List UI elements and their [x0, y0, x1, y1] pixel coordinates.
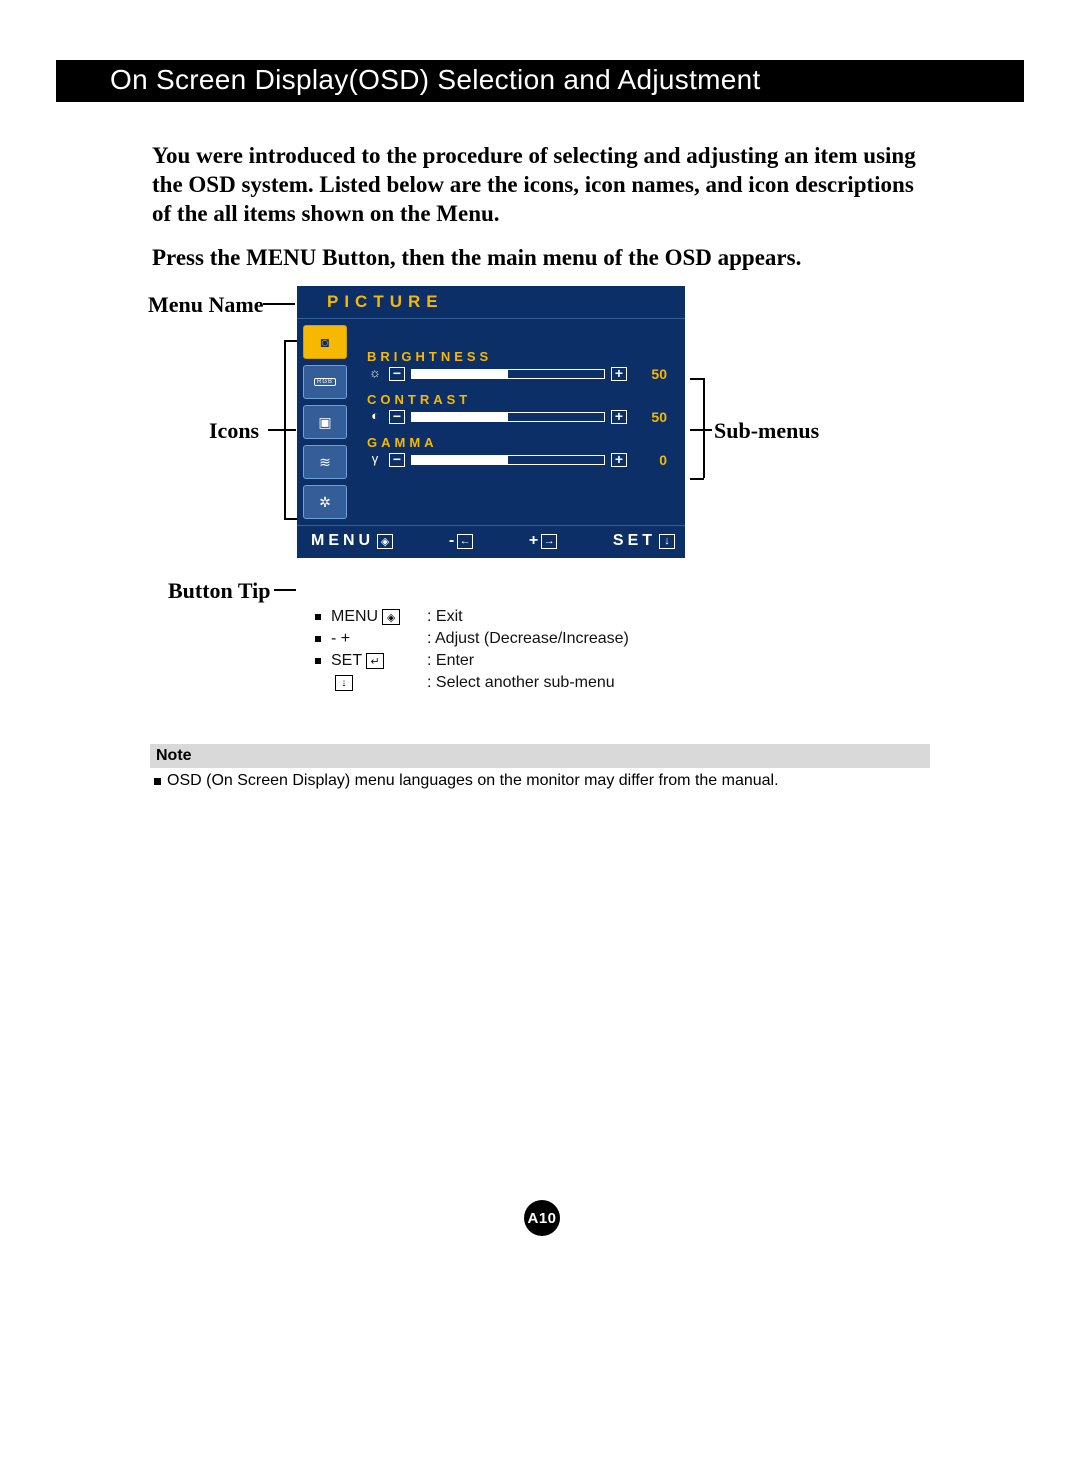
minus-button[interactable]: - ←: [449, 532, 473, 550]
color-icon[interactable]: RGB: [303, 365, 347, 399]
leader-line: [690, 429, 712, 431]
tip-lead: MENU: [331, 608, 378, 626]
tip-desc: : Select another sub-menu: [427, 674, 685, 692]
osd-footer: MENU ◈ - ← + → SET ↓: [297, 526, 685, 558]
brightness-label: BRIGHTNESS: [367, 349, 667, 364]
decrease-button[interactable]: −: [389, 453, 405, 467]
gamma-value: 0: [641, 452, 667, 468]
page-number-badge: A10: [524, 1200, 560, 1236]
tip-lead: SET: [331, 652, 362, 670]
note-text: OSD (On Screen Display) menu languages o…: [167, 772, 779, 790]
contrast-icon: ◐: [367, 409, 383, 423]
icon-glyph: ≋: [319, 454, 331, 471]
gamma-icon: γ: [367, 452, 383, 466]
setup-icon[interactable]: ≋: [303, 445, 347, 479]
annotation-sub-menus: Sub-menus: [714, 418, 819, 444]
tip-desc: : Enter: [427, 652, 685, 670]
page-header: On Screen Display(OSD) Selection and Adj…: [56, 60, 1024, 102]
leader-line: [284, 518, 298, 520]
decrease-button[interactable]: −: [389, 410, 405, 424]
icon-glyph: RGB: [314, 378, 336, 386]
leader-line: [274, 589, 296, 591]
bullet-icon: [315, 636, 321, 642]
intro-paragraph-2: Press the MENU Button, then the main men…: [152, 244, 932, 273]
leader-line: [268, 429, 296, 431]
icon-glyph: ◙: [321, 334, 329, 350]
arrow-right-icon: →: [541, 534, 557, 549]
gamma-slider[interactable]: γ − + 0: [367, 452, 667, 468]
contrast-label: CONTRAST: [367, 392, 667, 407]
slider-bar[interactable]: [411, 369, 605, 379]
icon-glyph: ✲: [319, 494, 331, 511]
arrow-left-icon: ←: [457, 534, 473, 549]
brightness-value: 50: [641, 366, 667, 382]
osd-panel: PICTURE ◙ RGB ▣ ≋ ✲ BRIGHTNESS ☼ − + 50 …: [297, 286, 685, 558]
tip-desc: : Adjust (Decrease/Increase): [427, 630, 685, 648]
osd-body: ◙ RGB ▣ ≋ ✲ BRIGHTNESS ☼ − + 50 CONTRAST…: [297, 318, 685, 526]
page-title: On Screen Display(OSD) Selection and Adj…: [110, 64, 761, 96]
slider-bar[interactable]: [411, 455, 605, 465]
annotation-button-tip: Button Tip: [168, 578, 271, 604]
bullet-icon: [154, 778, 161, 785]
contrast-slider[interactable]: ◐ − + 50: [367, 409, 667, 425]
brightness-slider[interactable]: ☼ − + 50: [367, 366, 667, 382]
plus-button[interactable]: + →: [529, 532, 557, 550]
picture-icon[interactable]: ◙: [303, 325, 347, 359]
leader-line: [690, 478, 704, 480]
leader-line: [703, 378, 705, 478]
osd-main: BRIGHTNESS ☼ − + 50 CONTRAST ◐ − + 50 GA…: [359, 319, 685, 525]
decrease-button[interactable]: −: [389, 367, 405, 381]
increase-button[interactable]: +: [611, 410, 627, 424]
slider-bar[interactable]: [411, 412, 605, 422]
set-button-label: SET: [613, 532, 656, 550]
bullet-icon: [315, 658, 321, 664]
arrow-down-icon: ↓: [335, 675, 353, 691]
menu-button[interactable]: MENU ◈: [311, 532, 393, 550]
bullet-icon: [315, 614, 321, 620]
arrow-down-icon: ↓: [659, 534, 675, 549]
contrast-value: 50: [641, 409, 667, 425]
brightness-icon: ☼: [367, 366, 383, 380]
annotation-icons: Icons: [209, 418, 259, 444]
note-heading: Note: [150, 744, 930, 768]
tip-row: - + : Adjust (Decrease/Increase): [297, 628, 685, 650]
minus-label: -: [449, 532, 454, 550]
tip-desc: : Exit: [427, 608, 685, 626]
intro-paragraph-1: You were introduced to the procedure of …: [152, 142, 932, 228]
button-tips: MENU ◈ : Exit - + : Adjust (Decrease/Inc…: [297, 606, 685, 694]
menu-button-label: MENU: [311, 532, 374, 550]
tip-lead: - +: [331, 630, 350, 648]
plus-label: +: [529, 532, 538, 550]
increase-button[interactable]: +: [611, 367, 627, 381]
menu-exit-icon: ◈: [382, 609, 400, 625]
other-icon[interactable]: ✲: [303, 485, 347, 519]
leader-line: [284, 340, 298, 342]
menu-exit-icon: ◈: [377, 534, 393, 549]
leader-line: [263, 303, 295, 305]
tip-row: SET ↵ : Enter: [297, 650, 685, 672]
tip-row: ↓ : Select another sub-menu: [297, 672, 685, 694]
set-button[interactable]: SET ↓: [613, 532, 675, 550]
note-block: Note OSD (On Screen Display) menu langua…: [150, 744, 930, 790]
gamma-label: GAMMA: [367, 435, 667, 450]
osd-side-icons: ◙ RGB ▣ ≋ ✲: [297, 319, 359, 525]
icon-glyph: ▣: [318, 414, 331, 431]
tip-row: MENU ◈ : Exit: [297, 606, 685, 628]
increase-button[interactable]: +: [611, 453, 627, 467]
tracking-icon[interactable]: ▣: [303, 405, 347, 439]
enter-icon: ↵: [366, 653, 384, 669]
annotation-menu-name: Menu Name: [148, 292, 263, 318]
leader-line: [690, 378, 704, 380]
osd-menu-name: PICTURE: [297, 286, 685, 318]
